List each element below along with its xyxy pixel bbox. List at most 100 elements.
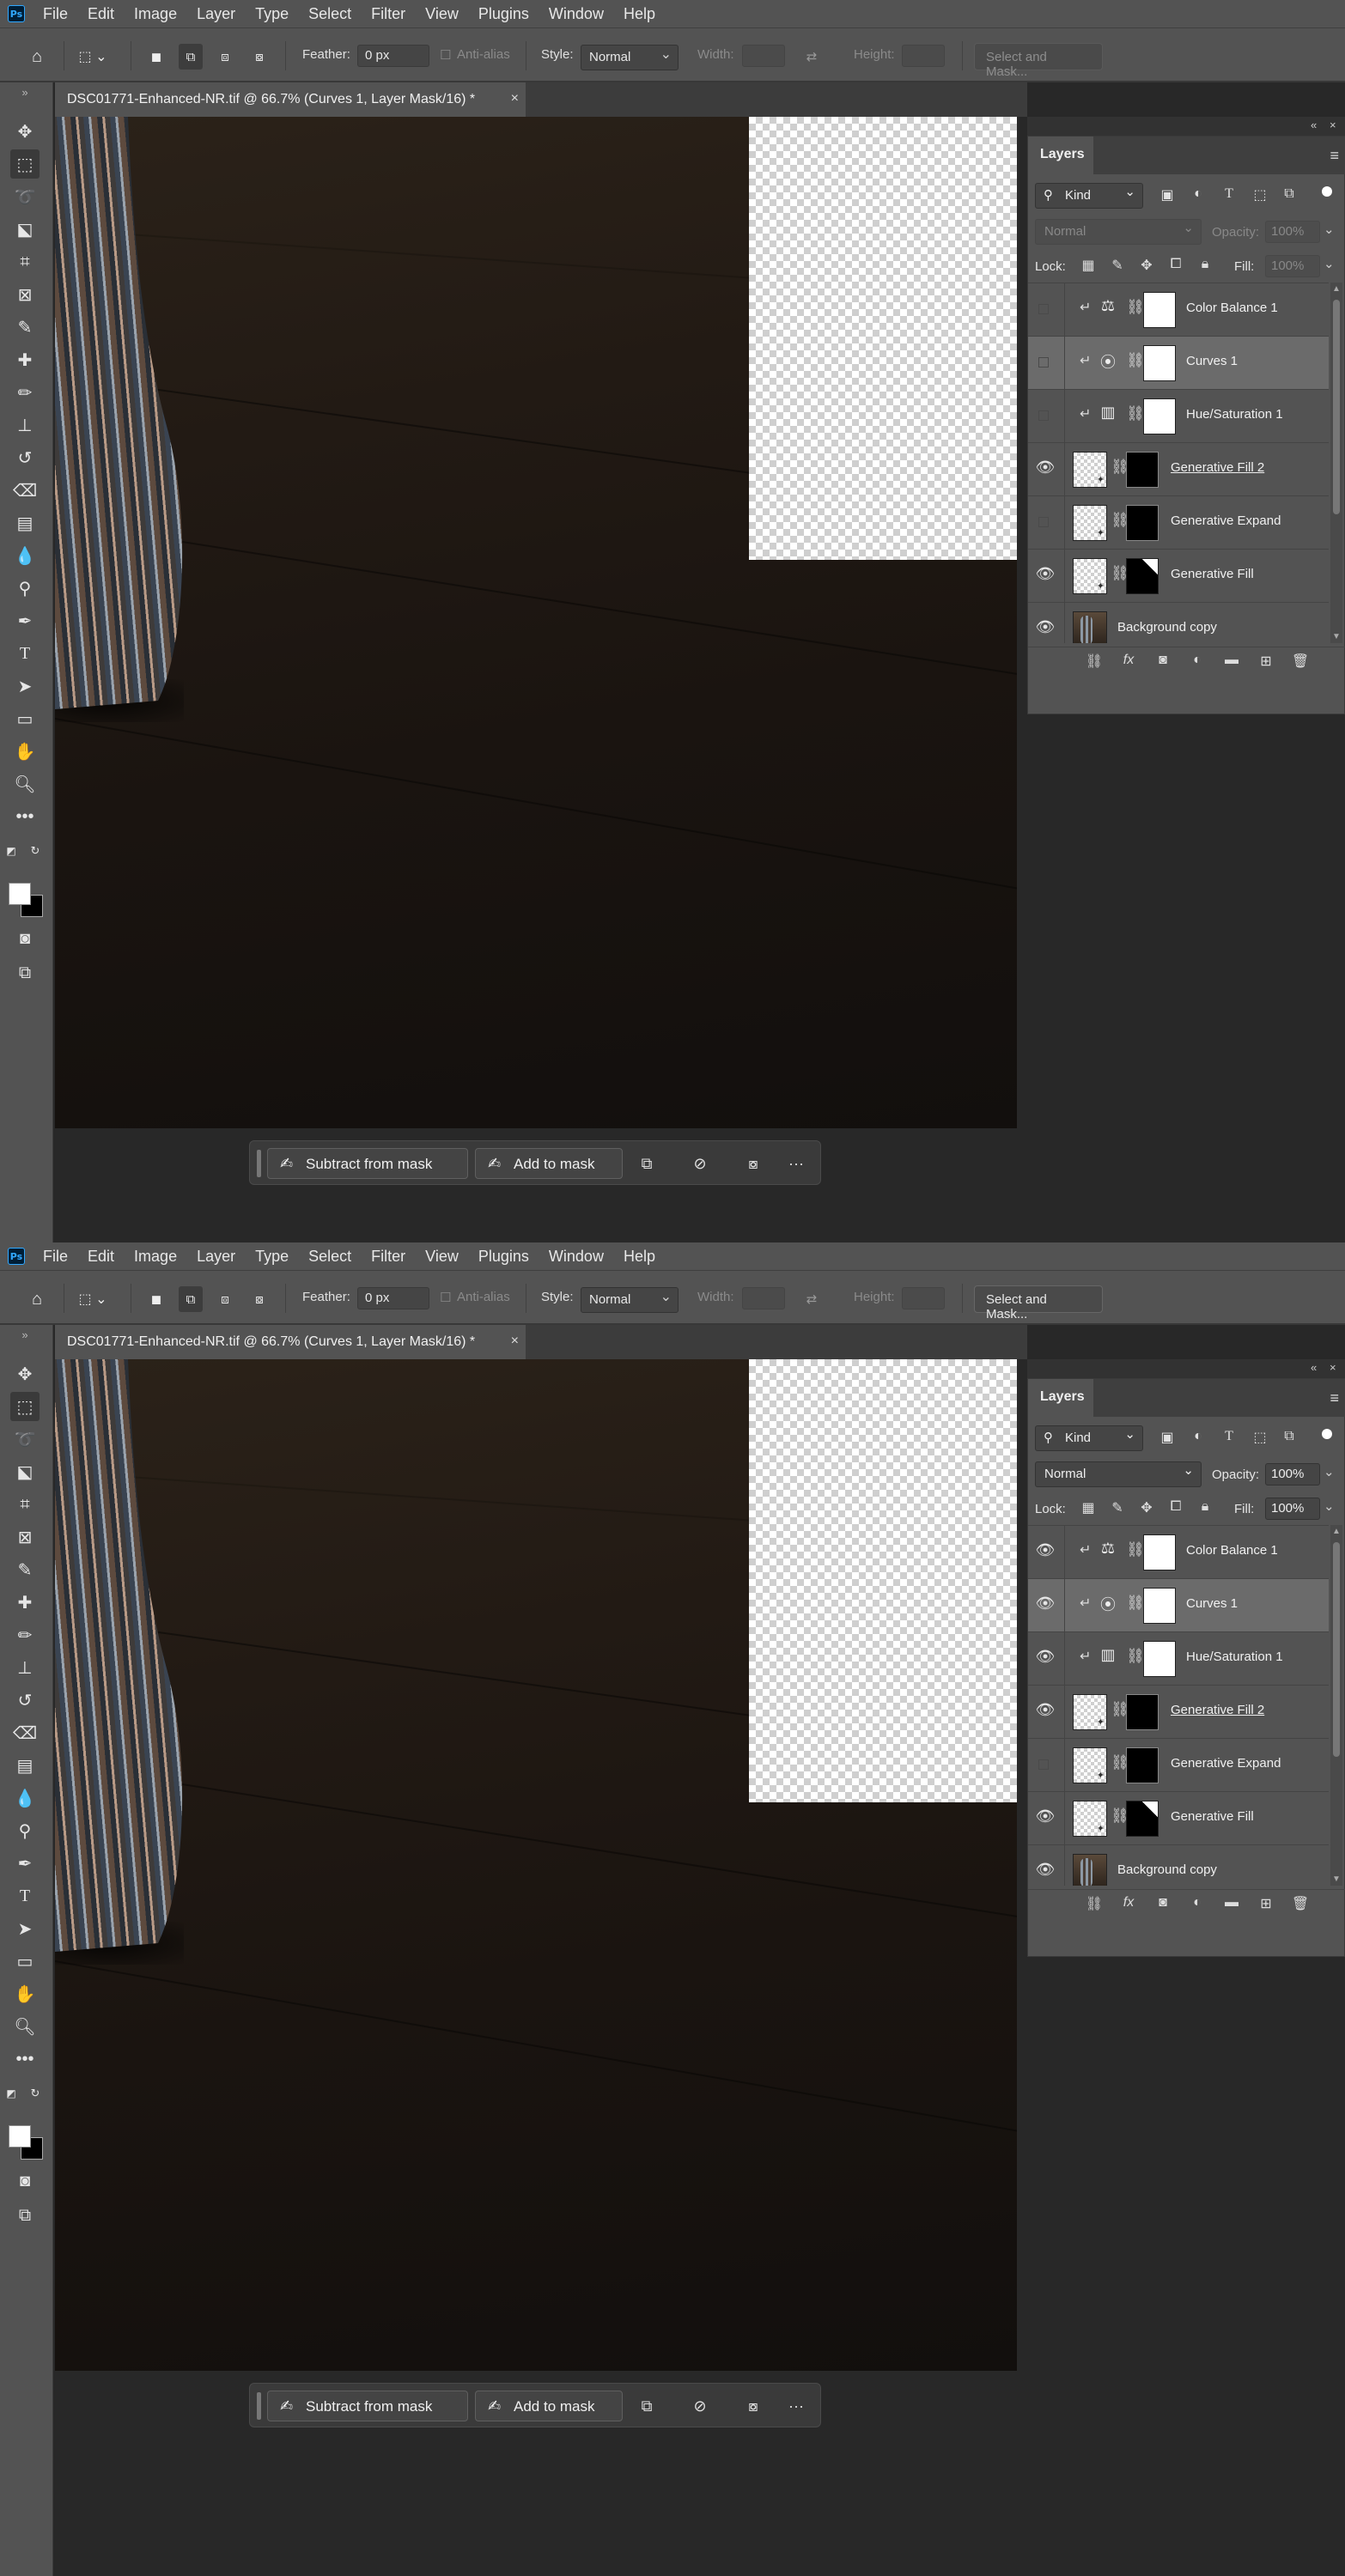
layer-name[interactable]: Generative Fill bbox=[1171, 1809, 1254, 1824]
photoshop-logo-icon[interactable]: Ps bbox=[8, 5, 25, 22]
height-input[interactable] bbox=[902, 45, 945, 67]
visibility-toggle[interactable] bbox=[1038, 304, 1049, 314]
opacity-input[interactable]: 100% bbox=[1265, 1463, 1320, 1485]
zoom-tool-icon[interactable]: 🔍︎ bbox=[10, 2012, 40, 2041]
delete-layer-icon[interactable]: 🗑︎ bbox=[1289, 653, 1312, 675]
visibility-eye-icon[interactable]: 👁︎ bbox=[1035, 618, 1056, 639]
path-selection-tool-icon[interactable]: ➤ bbox=[10, 671, 40, 701]
fill-input[interactable]: 100% bbox=[1265, 1498, 1320, 1520]
menu-image[interactable]: Image bbox=[125, 5, 187, 23]
layer-name[interactable]: Generative Fill 2 bbox=[1171, 460, 1264, 475]
menu-file[interactable]: File bbox=[33, 5, 78, 23]
type-tool-icon[interactable]: T bbox=[10, 639, 40, 668]
lock-artboard-icon[interactable]: ⧠ bbox=[1165, 1499, 1186, 1520]
invert-mask-icon[interactable]: ⊘ bbox=[686, 1150, 714, 1177]
layer-style-icon[interactable]: fx bbox=[1117, 653, 1140, 675]
menu-select[interactable]: Select bbox=[299, 5, 362, 23]
visibility-toggle[interactable] bbox=[1038, 357, 1049, 368]
hue-saturation-icon[interactable]: ▥ bbox=[1097, 1646, 1119, 1668]
foreground-color-swatch[interactable] bbox=[9, 2125, 31, 2148]
subtract-from-mask-button[interactable]: ✍ Subtract from mask bbox=[267, 2391, 468, 2421]
photoshop-logo-icon[interactable]: Ps bbox=[8, 1248, 25, 1265]
menu-plugins[interactable]: Plugins bbox=[469, 1248, 539, 1266]
brush-tool-icon[interactable]: ✏ bbox=[10, 1620, 40, 1649]
blur-tool-icon[interactable]: 💧 bbox=[10, 1783, 40, 1813]
new-selection-icon[interactable]: ◼ bbox=[144, 1286, 168, 1312]
layer-thumbnail[interactable] bbox=[1073, 611, 1107, 643]
height-input[interactable] bbox=[902, 1287, 945, 1309]
add-selection-icon[interactable]: ⧉ bbox=[179, 44, 203, 70]
marquee-preset-icon[interactable]: ⬚ ⌄ bbox=[76, 1286, 110, 1312]
visibility-eye-icon[interactable]: 👁︎ bbox=[1035, 1807, 1056, 1828]
document-canvas[interactable] bbox=[55, 1359, 1017, 2371]
crop-tool-icon[interactable]: ⌗ bbox=[10, 1490, 40, 1519]
default-colors-icon[interactable]: ◩ bbox=[2, 841, 21, 860]
adjustment-filter-icon[interactable]: ◐ bbox=[1188, 1429, 1208, 1449]
layer-name[interactable]: Curves 1 bbox=[1186, 1596, 1238, 1611]
select-and-mask-button[interactable]: Select and Mask... bbox=[974, 43, 1103, 79]
add-selection-icon[interactable]: ⧉ bbox=[179, 1286, 203, 1312]
layer-name[interactable]: Color Balance 1 bbox=[1186, 1543, 1278, 1558]
menu-edit[interactable]: Edit bbox=[78, 1248, 125, 1266]
menu-help[interactable]: Help bbox=[614, 1248, 666, 1266]
menu-image[interactable]: Image bbox=[125, 1248, 187, 1266]
smart-object-filter-icon[interactable]: ⧉ bbox=[1279, 1429, 1299, 1449]
more-tools-icon[interactable]: ••• bbox=[10, 802, 40, 831]
add-mask-icon[interactable]: ◙ bbox=[1152, 1895, 1174, 1917]
visibility-toggle[interactable] bbox=[1038, 410, 1049, 421]
fill-input[interactable]: 100% bbox=[1265, 255, 1320, 277]
layer-row[interactable]: ↵ ⚖ ⛓ Color Balance 1 bbox=[1028, 283, 1329, 337]
menu-filter[interactable]: Filter bbox=[362, 1248, 416, 1266]
clone-stamp-tool-icon[interactable]: ⊥ bbox=[10, 410, 40, 440]
layer-mask-thumbnail[interactable] bbox=[1143, 292, 1176, 328]
fill-dropdown-icon[interactable]: ⌄ bbox=[1324, 256, 1335, 271]
link-icon[interactable]: ⛓ bbox=[1126, 405, 1145, 422]
more-options-icon[interactable]: ··· bbox=[782, 1150, 810, 1177]
foreground-color-swatch[interactable] bbox=[9, 883, 31, 905]
opacity-dropdown-icon[interactable]: ⌄ bbox=[1324, 1464, 1335, 1479]
menu-window[interactable]: Window bbox=[539, 5, 614, 23]
opacity-input[interactable]: 100% bbox=[1265, 221, 1320, 243]
visibility-eye-icon[interactable]: 👁︎ bbox=[1035, 1541, 1056, 1562]
visibility-eye-icon[interactable]: 👁︎ bbox=[1035, 1861, 1056, 1881]
lock-position-icon[interactable]: ✥ bbox=[1136, 257, 1157, 277]
layer-row[interactable]: 👁︎ ↵ ▥ ⛓ Hue/Saturation 1 bbox=[1028, 1631, 1329, 1686]
menu-view[interactable]: View bbox=[416, 5, 469, 23]
layer-row[interactable]: 👁︎ ✦ ⛓ Generative Fill bbox=[1028, 549, 1329, 603]
menu-type[interactable]: Type bbox=[246, 1248, 299, 1266]
layer-row[interactable]: 👁︎ ✦ ⛓ Generative Fill 2 bbox=[1028, 1685, 1329, 1739]
marquee-preset-icon[interactable]: ⬚ ⌄ bbox=[76, 44, 110, 70]
adjustment-layer-icon[interactable]: ◐ bbox=[1186, 653, 1208, 675]
hand-tool-icon[interactable]: ✋ bbox=[10, 1979, 40, 2008]
visibility-eye-icon[interactable]: 👁︎ bbox=[1035, 1648, 1056, 1668]
menu-type[interactable]: Type bbox=[246, 5, 299, 23]
frame-tool-icon[interactable]: ⊠ bbox=[10, 1522, 40, 1552]
link-icon[interactable]: ⛓ bbox=[1126, 1595, 1145, 1612]
expand-toolbar-icon[interactable]: » bbox=[10, 1320, 40, 1349]
layer-name[interactable]: Background copy bbox=[1117, 1862, 1217, 1877]
layer-name[interactable]: Curves 1 bbox=[1186, 354, 1238, 368]
layer-mask-thumbnail[interactable] bbox=[1143, 1641, 1176, 1677]
screen-mode-icon[interactable]: ⧉ bbox=[10, 958, 40, 987]
link-icon[interactable]: ⛓ bbox=[1126, 299, 1145, 316]
visibility-toggle[interactable] bbox=[1038, 517, 1049, 527]
hand-tool-icon[interactable]: ✋ bbox=[10, 737, 40, 766]
layer-mask-thumbnail[interactable] bbox=[1143, 398, 1176, 434]
type-tool-icon[interactable]: T bbox=[10, 1881, 40, 1911]
layer-thumbnail[interactable]: ✦ bbox=[1073, 558, 1107, 594]
history-brush-tool-icon[interactable]: ↺ bbox=[10, 1686, 40, 1715]
pen-tool-icon[interactable]: ✒ bbox=[10, 1849, 40, 1878]
zoom-tool-icon[interactable]: 🔍︎ bbox=[10, 769, 40, 799]
lock-transparent-icon[interactable]: ▦ bbox=[1078, 257, 1099, 277]
object-selection-tool-icon[interactable]: ⬕ bbox=[10, 1457, 40, 1486]
new-group-icon[interactable]: ▬ bbox=[1220, 1895, 1243, 1917]
gradient-tool-icon[interactable]: ▤ bbox=[10, 1751, 40, 1780]
layer-thumbnail[interactable]: ✦ bbox=[1073, 1801, 1107, 1837]
layer-thumbnail[interactable]: ✦ bbox=[1073, 1694, 1107, 1730]
layer-mask-thumbnail[interactable] bbox=[1126, 1694, 1159, 1730]
shape-filter-icon[interactable]: ⬚ bbox=[1250, 1429, 1270, 1449]
feather-input[interactable]: 0 px bbox=[357, 45, 429, 67]
link-icon[interactable]: ⛓ bbox=[1126, 352, 1145, 369]
layer-name[interactable]: Generative Expand bbox=[1171, 1756, 1281, 1771]
delete-layer-icon[interactable]: 🗑︎ bbox=[1289, 1895, 1312, 1917]
